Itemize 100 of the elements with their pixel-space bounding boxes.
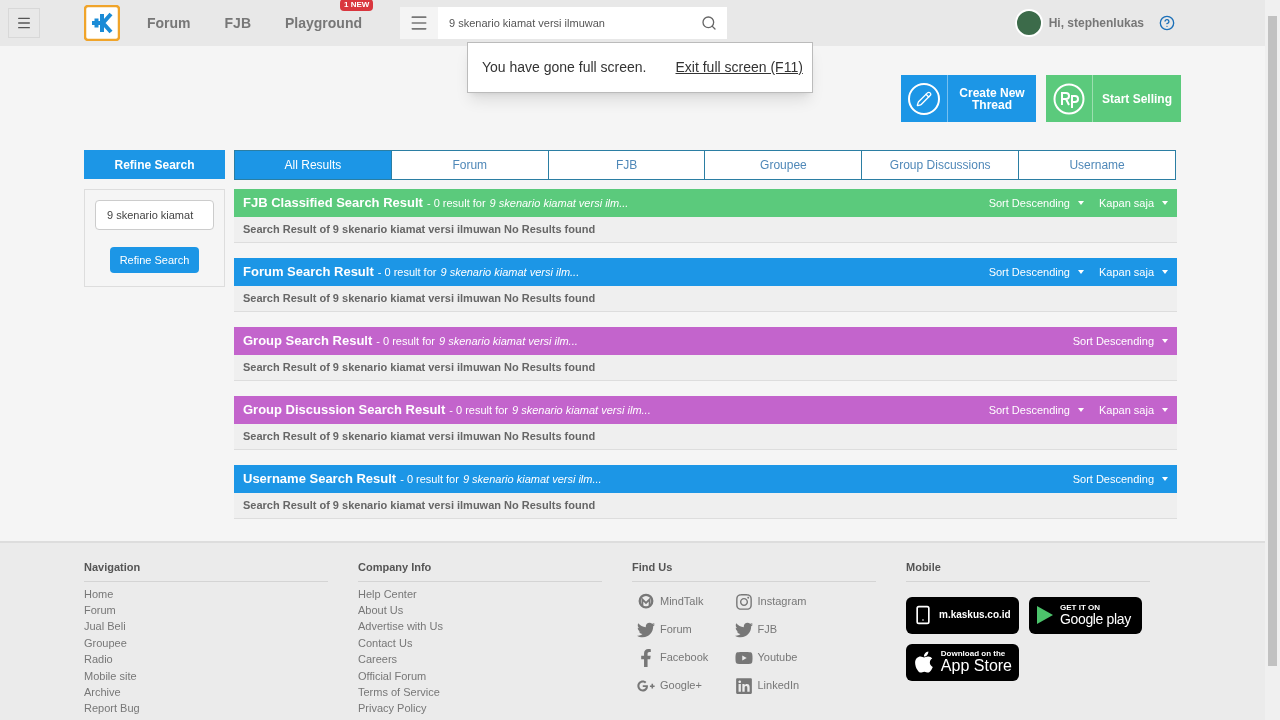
notice-message: You have gone full screen. [482, 58, 647, 77]
caret-icon [1077, 270, 1084, 274]
user-greeting[interactable]: Hi, stephenlukas [1048, 14, 1144, 32]
result-tab[interactable]: All Results [234, 150, 392, 180]
mindtalk-icon [637, 592, 655, 611]
new-badge: 1 NEW [340, 0, 374, 11]
search-field[interactable]: 9 skenario kiamat versi ilmuwan [438, 7, 728, 39]
social-link[interactable]: MindTalk [637, 587, 735, 616]
help-icon[interactable] [1159, 15, 1175, 31]
social-link[interactable]: Instagram [734, 587, 832, 616]
caret-icon [1077, 408, 1084, 412]
result-tab[interactable]: Username [1018, 150, 1176, 180]
footer-link[interactable]: Home [84, 585, 328, 602]
sort-dropdown[interactable]: Sort Descending [988, 401, 1084, 419]
social-link[interactable]: LinkedIn [734, 671, 832, 700]
nav-link[interactable]: FJB [224, 15, 251, 31]
footer-link[interactable]: Advertise with Us [358, 618, 602, 635]
social-link[interactable]: FJB [734, 615, 832, 644]
refine-button[interactable]: Refine Search [109, 247, 200, 273]
section-summary: - 0 result for [449, 402, 508, 418]
social-link[interactable]: Google+ [637, 671, 735, 700]
search-icon[interactable] [701, 15, 718, 31]
footer-link[interactable]: Forum [84, 601, 328, 619]
section-title: Forum Search Result [243, 263, 374, 282]
caret-icon [1162, 201, 1168, 205]
action-button[interactable]: Create New Thread [901, 75, 1036, 122]
caret-icon [1162, 270, 1168, 274]
caret-icon [1162, 339, 1168, 343]
bird-icon [734, 620, 753, 639]
time-dropdown[interactable]: Kapan saja [1098, 401, 1168, 419]
footer-link[interactable]: About Us [358, 601, 602, 619]
time-dropdown[interactable]: Kapan saja [1098, 194, 1168, 212]
result-tab[interactable]: Group Discussions [861, 150, 1020, 180]
section-body: Search Result of 9 skenario kiamat versi ilmuwan No Results found [234, 286, 1177, 312]
footer-heading: Find Us [632, 559, 876, 582]
section-body: Search Result of 9 skenario kiamat versi ilmuwan No Results found [234, 493, 1177, 519]
exit-fullscreen-link[interactable]: Exit full screen (F11) [675, 57, 803, 78]
camera-icon [734, 592, 753, 611]
social-link[interactable]: Forum [637, 615, 735, 644]
section-title: Group Search Result [243, 332, 373, 351]
section-body: Search Result of 9 skenario kiamat versi ilmuwan No Results found [234, 217, 1177, 243]
footer-heading: Company Info [358, 559, 602, 582]
section-title: Group Discussion Search Result [243, 401, 446, 420]
social-link[interactable]: Facebook [637, 643, 735, 672]
footer-link[interactable]: Mobile site [84, 667, 328, 684]
social-link[interactable]: Youtube [734, 643, 832, 672]
result-tab[interactable]: Groupee [704, 150, 863, 180]
action-button[interactable]: Start Selling [1046, 75, 1181, 122]
section-body: Search Result of 9 skenario kiamat versi ilmuwan No Results found [234, 355, 1177, 381]
badge-label: m.kaskus.co.id [939, 610, 1011, 620]
badge-caption: Download on the [940, 650, 1007, 658]
currency-icon [1053, 82, 1085, 115]
sort-dropdown[interactable]: Sort Descending [988, 263, 1084, 281]
footer-link[interactable]: Report Bug [84, 700, 328, 717]
section-summary: - 0 result for [426, 195, 486, 211]
pencil-icon [908, 82, 940, 115]
footer-link[interactable]: Privacy Policy [358, 700, 602, 717]
footer-link[interactable]: Official Forum [358, 667, 602, 684]
refine-field[interactable]: 9 skenario kiamat [95, 200, 214, 230]
footer-link[interactable]: Radio [84, 651, 328, 668]
caret-icon [1077, 201, 1084, 205]
footer-link[interactable]: Contact Us [358, 634, 602, 652]
linkedin-icon [734, 676, 753, 695]
result-tab[interactable]: FJB [547, 150, 706, 180]
store-badge[interactable]: Download on the App Store [906, 643, 1019, 681]
sort-dropdown[interactable]: Sort Descending [988, 194, 1084, 212]
section-query: 9 skenario kiamat versi ilm... [462, 471, 602, 487]
section-body: Search Result of 9 skenario kiamat versi ilmuwan No Results found [234, 424, 1177, 450]
avatar [1014, 9, 1043, 37]
badge-caption: GET IT ON [1060, 604, 1101, 612]
bird-icon [637, 620, 655, 639]
footer-link[interactable]: Archive [84, 683, 328, 701]
footer-link[interactable]: Help Center [358, 585, 602, 602]
menu-button[interactable] [8, 8, 40, 38]
section-query: 9 skenario kiamat versi ilm... [439, 333, 578, 349]
sort-dropdown[interactable]: Sort Descending [1072, 332, 1168, 350]
store-badge[interactable]: m.kaskus.co.id [906, 596, 1019, 634]
section-query: 9 skenario kiamat versi ilm... [511, 402, 651, 418]
caret-icon [1162, 408, 1168, 412]
logo-icon [84, 5, 120, 41]
menu-icon [16, 15, 32, 31]
section-title: FJB Classified Search Result [243, 194, 423, 213]
sort-dropdown[interactable]: Sort Descending [1072, 470, 1168, 488]
footer-link[interactable]: Jual Beli [84, 618, 328, 635]
section-query: 9 skenario kiamat versi ilm... [489, 195, 629, 211]
footer-link[interactable]: Careers [358, 651, 602, 668]
footer-link[interactable]: Terms of Service [358, 683, 602, 701]
store-badge[interactable]: GET IT ON Google play [1029, 596, 1142, 634]
result-tab[interactable]: Forum [390, 150, 549, 180]
nav-link[interactable]: Playground [285, 15, 363, 31]
nav-link[interactable]: Forum [147, 15, 191, 31]
section-summary: - 0 result for [400, 471, 459, 487]
apple-icon [913, 650, 935, 674]
footer-link[interactable]: Groupee [84, 634, 328, 652]
time-dropdown[interactable]: Kapan saja [1098, 263, 1168, 281]
footer-heading: Navigation [84, 559, 328, 582]
badge-label: Google play [1060, 612, 1131, 626]
play-store-icon [1036, 605, 1054, 625]
section-summary: - 0 result for [377, 264, 437, 280]
badge-label: App Store [940, 658, 1012, 674]
